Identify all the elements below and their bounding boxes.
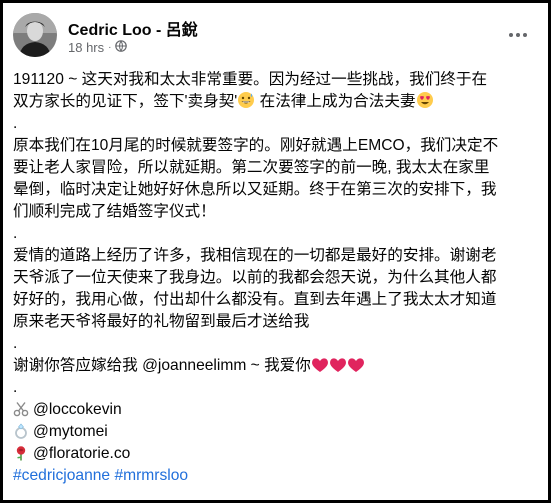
credit-handle[interactable]: @loccokevin [33,401,122,418]
heart-eyes-emoji-icon [416,91,434,113]
avatar[interactable] [13,13,57,57]
credit-handle[interactable]: @floratorie.co [33,445,130,462]
heart-icon [311,357,329,377]
credit-line: @loccokevin [13,399,541,421]
globe-icon [115,40,128,55]
post-line: 好好的，我用心做，付出却什么都没有。直到去年遇上了我太太才知道 [13,291,497,308]
post-time[interactable]: 18 hrs [68,40,104,55]
post-line: . [13,335,18,352]
more-options-button[interactable] [506,23,530,47]
grinning-sweat-emoji-icon [237,91,255,113]
rose-icon [13,445,29,465]
post-line: 晕倒，临时决定让她好好休息所以又延期。终于在第三次的安排下，我 [13,181,497,198]
credit-handle[interactable]: @mytomei [33,423,108,440]
post-body: 191120 ~ 这天对我和太太非常重要。因为经过一些挑战，我们终于在 双方家长… [13,69,541,487]
post-line: 原来老天爷将最好的礼物留到最后才送给我 [13,313,310,330]
post-line: 要让老人家冒险，所以就延期。第二次要签字的前一晚, 我太太在家里 [13,159,490,176]
post-line: . [13,225,18,242]
post-line: . [13,115,18,132]
post-line: 爱情的道路上经历了许多，我相信现在的一切都是最好的安排。谢谢老 [13,247,497,264]
post-line: 天爷派了一位天使来了我身边。以前的我都会怨天说，为什么其他人都 [13,269,497,286]
post-line: 双方家长的见证下，签下'卖身契' 在法律上成为合法夫妻 [13,91,541,113]
post-line: 原本我们在10月尾的时候就要签字的。刚好就遇上EMCO，我们决定不 [13,137,499,154]
post-line: 们顺利完成了结婚签字仪式！ [13,203,216,220]
post-line: 191120 ~ 这天对我和太太非常重要。因为经过一些挑战，我们终于在 [13,71,488,88]
ring-icon [13,423,29,443]
credit-line: @mytomei [13,421,541,443]
post-header: Cedric Loo - 呂銳 18 hrs · [13,13,538,59]
heart-icon [329,357,347,377]
credit-line: @floratorie.co [13,443,541,465]
post-card: Cedric Loo - 呂銳 18 hrs · 191120 ~ 这天对我和太… [0,0,551,503]
post-meta: 18 hrs · [68,40,128,55]
author-name[interactable]: Cedric Loo - 呂銳 [68,16,198,40]
post-line: . [13,379,18,396]
post-line: 谢谢你答应嫁给我 @joanneelimm ~ 我爱你 [13,355,541,377]
hashtag-link[interactable]: #cedricjoanne [13,467,110,484]
scissors-icon [13,401,29,421]
meta-separator: · [108,42,112,53]
more-icon [509,33,513,37]
heart-icon [347,357,365,377]
hashtag-line: #cedricjoanne #mrmrsloo [13,465,541,487]
hashtag-link[interactable]: #mrmrsloo [114,467,188,484]
